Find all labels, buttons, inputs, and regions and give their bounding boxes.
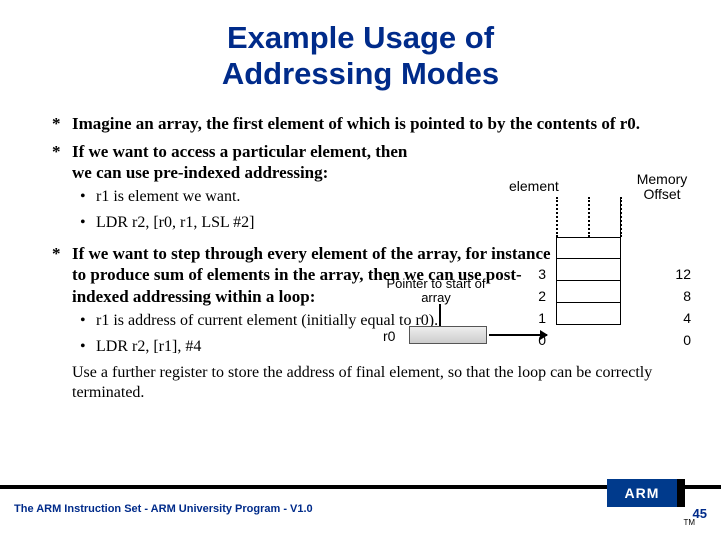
element-label: element xyxy=(509,178,559,194)
footer-text: The ARM Instruction Set - ARM University… xyxy=(14,503,313,515)
slide: Example Usage of Addressing Modes Imagin… xyxy=(0,0,721,541)
array-diagram: element Memory Offset 3 2 1 0 12 8 4 0 P… xyxy=(461,172,681,357)
r0-label: r0 xyxy=(383,328,395,344)
pointer-arrow xyxy=(489,334,547,336)
index-3: 3 xyxy=(526,266,546,282)
bullet-2-text: If we want to access a particular elemen… xyxy=(72,141,422,184)
index-2: 2 xyxy=(526,288,546,304)
pointer-label: Pointer to start of array xyxy=(381,277,491,306)
index-1: 1 xyxy=(526,310,546,326)
array-row-2 xyxy=(556,259,620,281)
arm-logo: ARM xyxy=(607,479,677,507)
offset-8: 8 xyxy=(661,288,691,304)
pointer-line xyxy=(439,304,441,328)
bullet-1: Imagine an array, the first element of w… xyxy=(50,113,671,134)
array-row-3 xyxy=(556,237,620,259)
title-line-1: Example Usage of xyxy=(227,20,494,55)
offset-12: 12 xyxy=(661,266,691,282)
page-number: 45 xyxy=(693,506,707,521)
array-dashed-row xyxy=(556,197,620,237)
bullet-3-after: Use a further register to store the addr… xyxy=(72,363,671,403)
offset-0: 0 xyxy=(661,332,691,348)
slide-title: Example Usage of Addressing Modes xyxy=(50,20,671,91)
title-line-2: Addressing Modes xyxy=(222,56,499,91)
r0-box xyxy=(409,326,487,344)
array-row-1 xyxy=(556,281,620,303)
bullet-1-text: Imagine an array, the first element of w… xyxy=(72,114,640,133)
memory-offset-label: Memory Offset xyxy=(627,172,697,203)
array-table xyxy=(556,197,621,325)
array-row-0 xyxy=(556,303,620,325)
arm-logo-side xyxy=(677,479,685,507)
offset-4: 4 xyxy=(661,310,691,326)
